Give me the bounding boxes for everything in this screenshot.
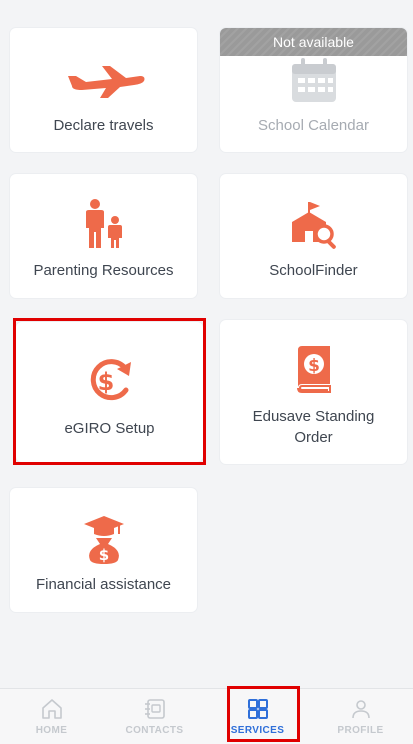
graduation-moneybag-icon: $ [10,514,197,566]
person-icon [350,697,372,721]
bottom-nav: HOME CONTACTS SERVICES PROFILE [0,688,413,744]
home-icon [41,697,63,721]
declare-travels-tile[interactable]: Declare travels [10,28,197,152]
nav-home[interactable]: HOME [0,689,103,744]
school-calendar-label: School Calendar [258,117,369,134]
nav-services-label: SERVICES [230,725,285,736]
nav-profile[interactable]: PROFILE [309,689,412,744]
svg-text:$: $ [308,356,320,376]
nav-contacts[interactable]: CONTACTS [103,689,206,744]
financial-assistance-label: Financial assistance [35,576,172,593]
egiro-setup-label: eGIRO Setup [64,420,155,437]
calendar-icon [220,56,407,104]
financial-assistance-tile[interactable]: $ Financial assistance [10,488,197,612]
nav-home-label: HOME [35,725,68,736]
parenting-resources-tile[interactable]: Parenting Resources [10,174,197,298]
egiro-setup-tile[interactable]: $ eGIRO Setup [16,322,203,462]
edusave-standing-order-label: Edusave Standing Order [226,406,401,448]
dollar-book-icon: $ [220,344,407,394]
nav-profile-label: PROFILE [337,725,384,736]
school-finder-label: SchoolFinder [269,262,358,279]
nav-contacts-label: CONTACTS [125,725,184,736]
edusave-label-line-2: Order [294,429,333,446]
school-finder-tile[interactable]: SchoolFinder [220,174,407,298]
grid-icon [247,697,269,721]
nav-services[interactable]: SERVICES [206,689,309,744]
parenting-resources-label: Parenting Resources [33,262,174,279]
parent-child-icon [10,198,197,250]
airplane-icon [10,62,197,100]
edusave-standing-order-tile[interactable]: $ Edusave Standing Order [220,320,407,464]
svg-text:$: $ [98,546,108,564]
declare-travels-label: Declare travels [53,117,154,134]
edusave-label-line-1: Edusave Standing [252,408,375,425]
contacts-icon [143,697,167,721]
not-available-badge: Not available [220,28,407,56]
school-calendar-tile: Not available School Calendar [220,28,407,152]
svg-text:$: $ [97,368,114,396]
school-search-icon [220,198,407,250]
dollar-refresh-icon: $ [16,356,203,406]
